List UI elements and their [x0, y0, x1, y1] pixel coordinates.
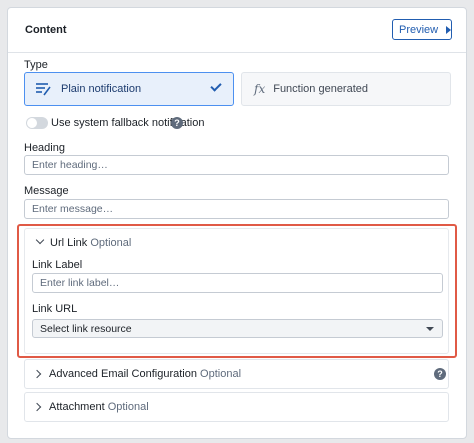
type-option-plain[interactable]: Plain notification [24, 72, 234, 106]
chevron-right-icon [32, 402, 42, 412]
help-icon[interactable]: ? [171, 117, 183, 129]
attachment-title: Attachment [49, 401, 105, 413]
url-link-header[interactable]: Url Link Optional [50, 237, 131, 249]
caret-down-icon [426, 327, 434, 331]
message-field [24, 199, 449, 219]
link-url-select[interactable]: Select link resource [32, 319, 443, 338]
fallback-toggle[interactable] [26, 117, 48, 129]
heading-field [24, 155, 449, 175]
link-label-field [32, 273, 443, 293]
link-url-selected: Select link resource [40, 322, 132, 335]
toggle-knob [27, 118, 37, 128]
preview-button-label: Preview [399, 23, 439, 36]
url-link-title: Url Link [50, 237, 88, 249]
message-label: Message [24, 185, 69, 197]
type-option-plain-label: Plain notification [61, 83, 142, 95]
attachment-header: Attachment Optional [49, 401, 149, 413]
caret-right-icon [446, 25, 452, 34]
attachment-section[interactable]: Attachment Optional [24, 392, 449, 422]
advanced-email-optional: Optional [200, 368, 242, 380]
chevron-right-icon [32, 369, 42, 379]
message-input[interactable] [25, 200, 448, 218]
link-url-label: Link URL [32, 303, 78, 315]
url-link-optional: Optional [90, 237, 132, 249]
type-option-function-label: Function generated [273, 83, 369, 95]
heading-input[interactable] [25, 156, 448, 174]
type-label: Type [24, 59, 48, 71]
type-option-function[interactable]: fx Function generated [241, 72, 451, 106]
link-label-input[interactable] [33, 274, 442, 292]
fx-icon: fx [254, 82, 266, 96]
heading-label: Heading [24, 142, 65, 154]
attachment-optional: Optional [107, 401, 149, 413]
advanced-email-section[interactable]: Advanced Email Configuration Optional ? [24, 359, 449, 389]
panel-title: Content [25, 24, 67, 36]
help-icon[interactable]: ? [434, 368, 446, 380]
preview-button[interactable]: Preview [392, 19, 452, 40]
advanced-email-header: Advanced Email Configuration Optional [49, 368, 241, 380]
text-lines-icon [36, 83, 51, 96]
advanced-email-title: Advanced Email Configuration [49, 368, 197, 380]
link-label-label: Link Label [32, 259, 83, 271]
panel-header: Content Preview [8, 8, 466, 53]
check-icon [210, 80, 222, 92]
